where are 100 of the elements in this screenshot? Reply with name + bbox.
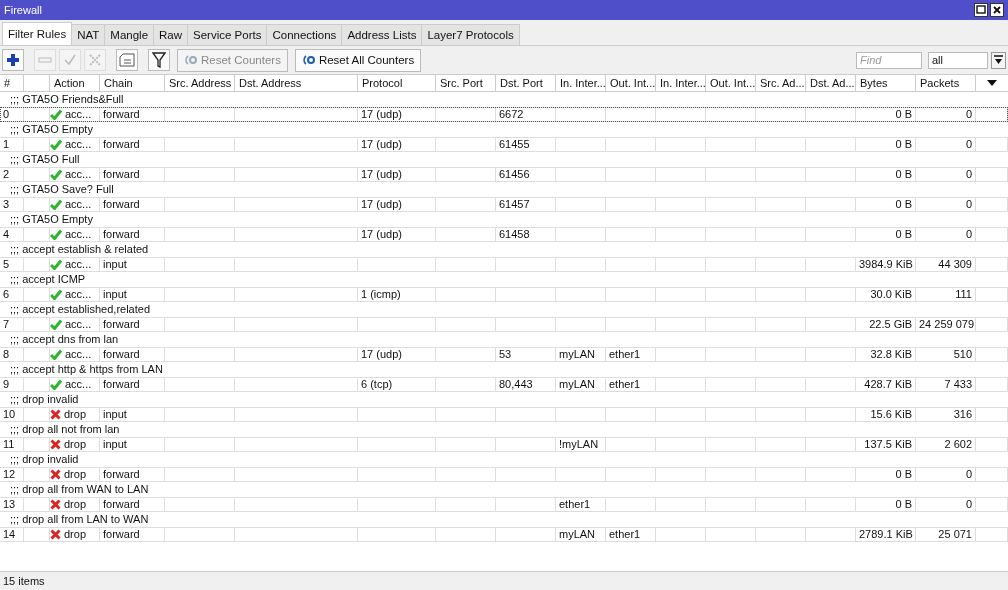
rule-comment: ;;; drop all from LAN to WAN — [9, 512, 150, 527]
column-header[interactable]: Dst. Port — [496, 75, 556, 92]
chain-cell: input — [100, 437, 165, 452]
port-cell: 61455 — [496, 137, 556, 152]
packets-cell: 0 — [916, 497, 976, 512]
rule-comment: ;;; drop all not from lan — [9, 422, 121, 437]
tab[interactable]: Service Ports — [187, 24, 268, 45]
row-number: 2 — [0, 167, 24, 182]
scope-dropdown[interactable]: all — [928, 51, 988, 69]
protocol-cell: 17 (udp) — [358, 137, 436, 152]
close-icon[interactable] — [990, 3, 1004, 17]
rule-comment: ;;; drop invalid — [9, 452, 80, 467]
chain-cell: input — [100, 287, 165, 302]
cross-icon — [50, 529, 61, 540]
column-header[interactable]: In. Inter... — [556, 75, 606, 92]
column-header[interactable]: # — [0, 75, 24, 92]
rule-comment: ;;; drop all from WAN to LAN — [9, 482, 150, 497]
column-header[interactable]: Src. Ad... — [756, 75, 806, 92]
rule-row[interactable]: 11 drop input !myLAN 137.5 KiB 2 602 — [0, 437, 1008, 452]
packets-cell: 0 — [916, 467, 976, 482]
row-number: 9 — [0, 377, 24, 392]
rule-comment: ;;; GTA5O Save? Full — [9, 182, 115, 197]
tab[interactable]: Mangle — [104, 24, 155, 45]
action-cell: acc... — [50, 197, 100, 212]
interface-cell: ether1 — [606, 377, 656, 392]
down-arrow-icon — [994, 55, 1003, 65]
interface-cell: myLAN — [556, 527, 606, 542]
row-number: 7 — [0, 317, 24, 332]
column-header[interactable]: Src. Address — [165, 75, 235, 92]
action-cell: acc... — [50, 287, 100, 302]
action-cell: acc... — [50, 257, 100, 272]
column-header[interactable]: Src. Port — [436, 75, 496, 92]
column-header[interactable]: Protocol — [358, 75, 436, 92]
chain-cell: input — [100, 407, 165, 422]
rule-row[interactable]: 5 acc... input 3984.9 KiB 44 309 — [0, 257, 1008, 272]
chain-cell: forward — [100, 167, 165, 182]
chain-cell: forward — [100, 467, 165, 482]
column-header[interactable]: Dst. Address — [235, 75, 358, 92]
chain-cell: forward — [100, 377, 165, 392]
bytes-cell: 32.8 KiB — [856, 347, 916, 362]
cross-icon — [88, 53, 102, 67]
rule-row[interactable]: 6 acc... input 1 (icmp) 30.0 KiB 111 — [0, 287, 1008, 302]
column-header[interactable]: Action — [50, 75, 100, 92]
rule-comment: ;;; accept dns from lan — [9, 332, 120, 347]
bytes-cell: 0 B — [856, 137, 916, 152]
packets-cell: 0 — [916, 107, 976, 122]
tab[interactable]: Raw — [153, 24, 189, 45]
add-button[interactable] — [2, 49, 24, 71]
interface-cell: myLAN — [556, 377, 606, 392]
rule-row[interactable]: 10 drop input 15.6 KiB 316 — [0, 407, 1008, 422]
chain-cell: forward — [100, 497, 165, 512]
row-number: 14 — [0, 527, 24, 542]
chain-cell: input — [100, 257, 165, 272]
tab[interactable]: Filter Rules — [2, 22, 73, 45]
column-header[interactable]: In. Inter... — [656, 75, 706, 92]
cross-icon — [50, 469, 61, 480]
port-cell: 61457 — [496, 197, 556, 212]
interface-cell: ether1 — [556, 497, 606, 512]
column-header[interactable]: Bytes — [856, 75, 916, 92]
filter-button[interactable] — [148, 49, 170, 71]
rule-row[interactable]: 14 drop forward myLAN ether1 2789.1 KiB 25 071 — [0, 527, 1008, 542]
action-cell: drop — [50, 437, 100, 452]
bytes-cell: 30.0 KiB — [856, 287, 916, 302]
column-header[interactable]: Dst. Ad... — [806, 75, 856, 92]
tab[interactable]: Address Lists — [341, 24, 423, 45]
rule-row[interactable]: 4 acc... forward 17 (udp) 61458 0 B 0 — [0, 227, 1008, 242]
rule-row[interactable]: 9 acc... forward 6 (tcp) 80,443 myLAN ether1 428.7 KiB 7 433 — [0, 377, 1008, 392]
rule-row[interactable]: 3 acc... forward 17 (udp) 61457 0 B 0 — [0, 197, 1008, 212]
find-field[interactable]: Find — [856, 51, 922, 69]
rule-row[interactable]: 8 acc... forward 17 (udp) 53 myLAN ether1 32.8 KiB 510 — [0, 347, 1008, 362]
action-cell: drop — [50, 467, 100, 482]
column-header[interactable]: Out. Int... — [706, 75, 756, 92]
rule-row[interactable]: 13 drop forward ether1 0 B 0 — [0, 497, 1008, 512]
dropdown-button[interactable] — [991, 51, 1006, 69]
rule-comment: ;;; GTA5O Empty — [9, 122, 94, 137]
check-icon — [50, 259, 62, 270]
row-number: 11 — [0, 437, 24, 452]
chain-cell: forward — [100, 317, 165, 332]
rule-row[interactable]: 1 acc... forward 17 (udp) 61455 0 B 0 — [0, 137, 1008, 152]
packets-cell: 316 — [916, 407, 976, 422]
rule-row[interactable]: 7 acc... forward 22.5 GiB 24 259 079 — [0, 317, 1008, 332]
tab[interactable]: NAT — [71, 24, 106, 45]
packets-cell: 0 — [916, 137, 976, 152]
tab[interactable]: Connections — [266, 24, 343, 45]
port-cell: 53 — [496, 347, 556, 362]
rule-row[interactable]: 0 acc... forward 17 (udp) 6672 0 B 0 — [0, 107, 1008, 122]
column-menu-icon[interactable] — [987, 80, 997, 86]
port-cell: 61456 — [496, 167, 556, 182]
rule-row[interactable]: 12 drop forward 0 B 0 — [0, 467, 1008, 482]
rule-row[interactable]: 2 acc... forward 17 (udp) 61456 0 B 0 — [0, 167, 1008, 182]
action-cell: acc... — [50, 227, 100, 242]
maximize-icon[interactable] — [974, 3, 988, 17]
check-icon — [50, 289, 62, 300]
column-header[interactable]: Packets — [916, 75, 976, 92]
protocol-cell: 1 (icmp) — [358, 287, 436, 302]
reset-counters-button[interactable]: Reset All Counters — [294, 48, 422, 72]
column-header[interactable]: Out. Int... — [606, 75, 656, 92]
column-header[interactable]: Chain — [100, 75, 165, 92]
action-cell: acc... — [50, 377, 100, 392]
tab[interactable]: Layer7 Protocols — [421, 24, 520, 45]
